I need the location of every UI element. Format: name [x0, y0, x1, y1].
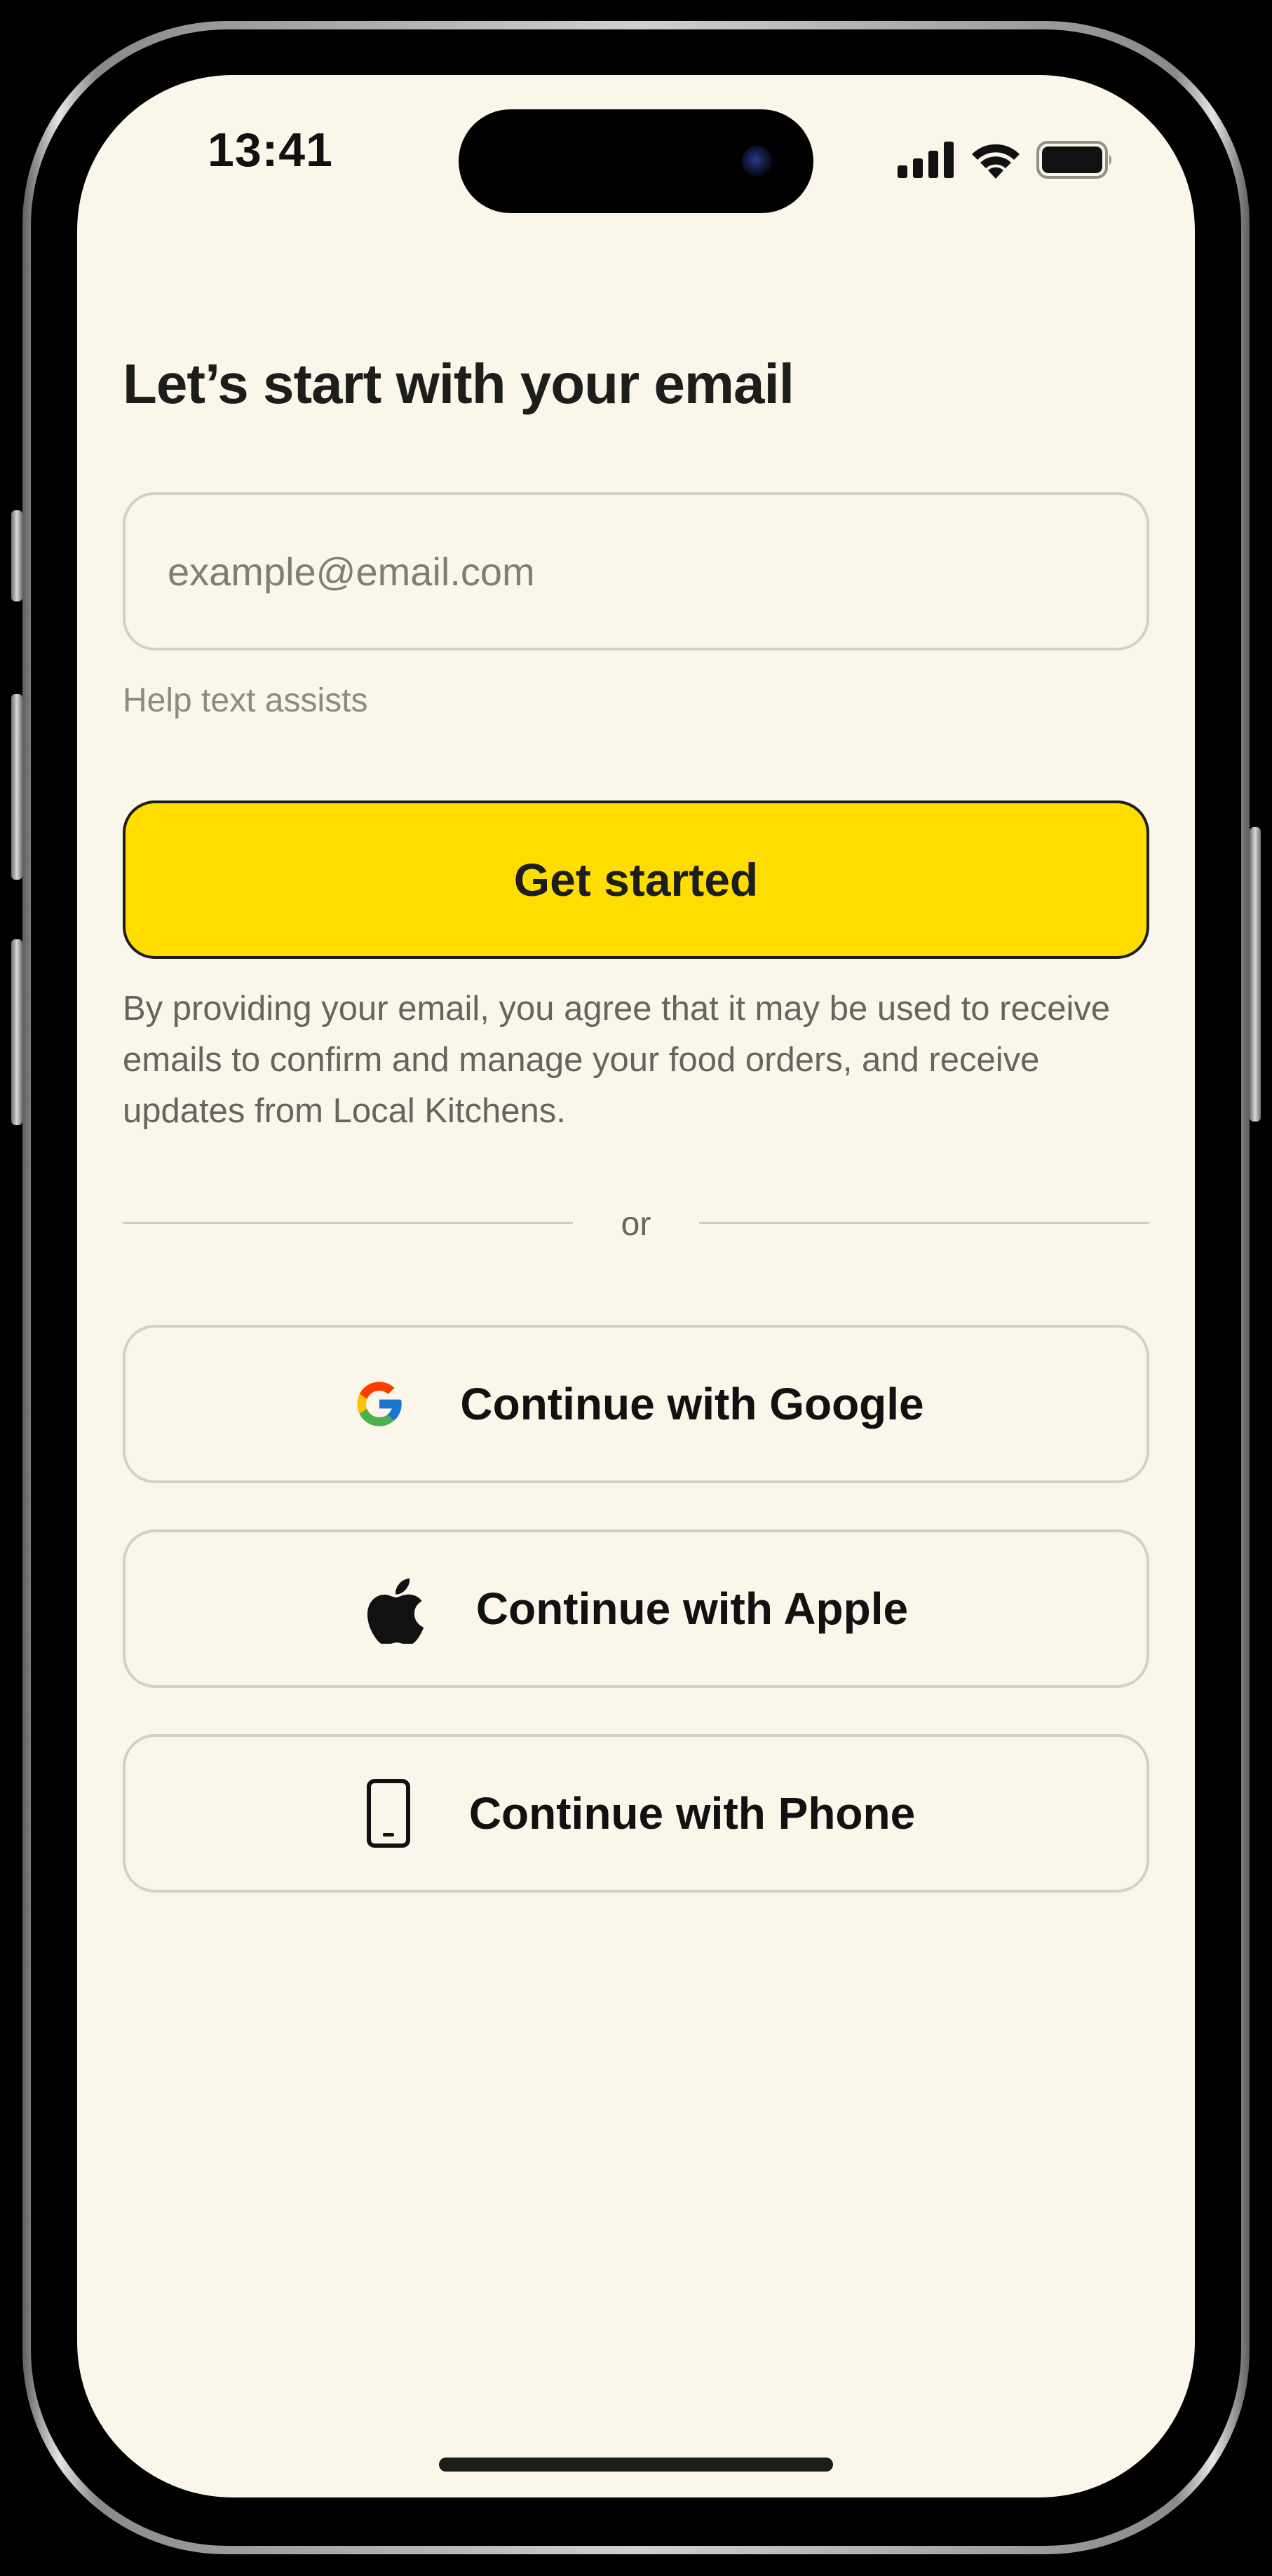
- dynamic-island: [459, 109, 813, 213]
- apple-icon: [364, 1570, 427, 1647]
- camera-lens-icon: [742, 146, 773, 177]
- wifi-icon: [970, 141, 1021, 182]
- google-icon: [348, 1365, 411, 1443]
- continue-with-apple-button[interactable]: Continue with Apple: [123, 1529, 1149, 1688]
- email-field-container: [123, 492, 1149, 650]
- battery-icon: [1036, 141, 1115, 182]
- continue-with-apple-label: Continue with Apple: [475, 1583, 909, 1634]
- continue-with-phone-button[interactable]: Continue with Phone: [123, 1734, 1149, 1893]
- continue-with-phone-label: Continue with Phone: [468, 1788, 916, 1839]
- divider-line-right: [699, 1222, 1149, 1224]
- volume-down-button: [11, 939, 22, 1125]
- email-input[interactable]: [126, 495, 1146, 648]
- phone-icon: [357, 1775, 420, 1852]
- email-help-text: Help text assists: [123, 682, 368, 719]
- email-consent-disclaimer: By providing your email, you agree that …: [123, 990, 1111, 1130]
- get-started-button[interactable]: Get started: [123, 800, 1149, 959]
- volume-up-button: [11, 694, 22, 880]
- status-icons: [898, 141, 1115, 182]
- status-time: 13:41: [208, 123, 333, 177]
- power-button: [1250, 827, 1261, 1122]
- divider-or-label: or: [621, 1206, 651, 1243]
- app-screen: 13:41 Let’s start with your email exampl…: [77, 75, 1195, 2497]
- cellular-signal-icon: [898, 142, 955, 181]
- continue-with-google-label: Continue with Google: [460, 1379, 924, 1429]
- page-title: Let’s start with your email: [123, 353, 794, 415]
- home-indicator[interactable]: [439, 2458, 833, 2472]
- action-button: [11, 510, 22, 601]
- continue-with-google-button[interactable]: Continue with Google: [123, 1325, 1149, 1483]
